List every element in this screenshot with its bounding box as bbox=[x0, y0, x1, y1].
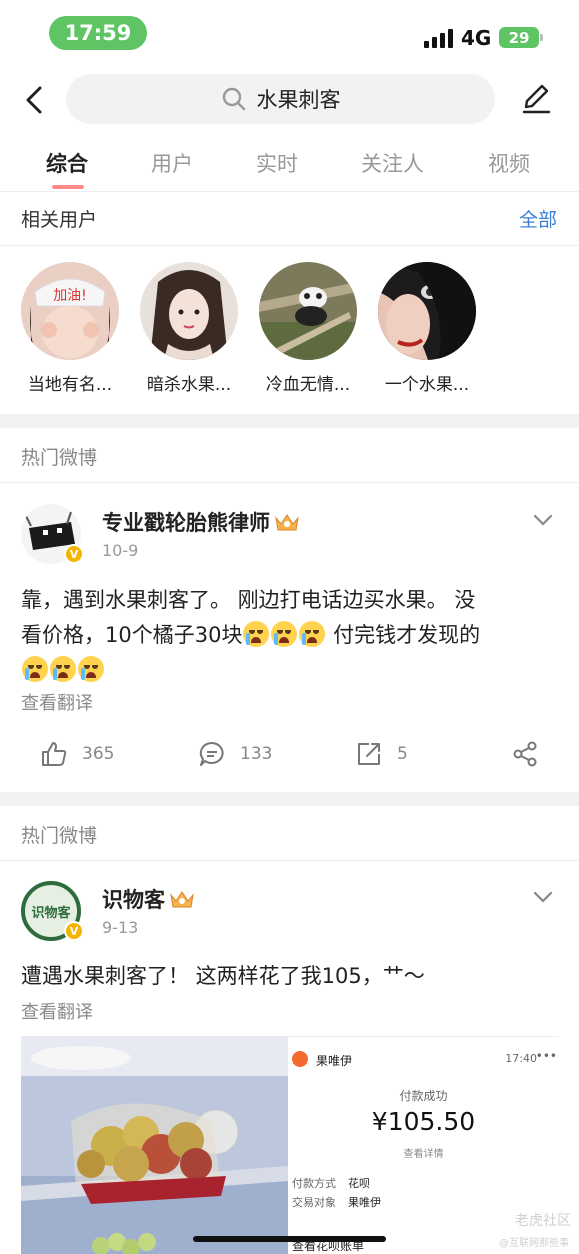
tab-users[interactable]: 用户 bbox=[151, 148, 193, 178]
receipt-time: 17:40 bbox=[505, 1052, 537, 1065]
receipt-status: 付款成功 bbox=[399, 1089, 448, 1103]
receipt-merchant: 果唯伊 bbox=[316, 1054, 353, 1068]
like-count: 365 bbox=[82, 744, 115, 764]
avatar bbox=[259, 262, 357, 360]
receipt-pay-method-label: 付款方式 bbox=[292, 1177, 336, 1190]
avatar bbox=[378, 262, 476, 360]
tab-following[interactable]: 关注人 bbox=[361, 148, 424, 178]
search-input[interactable]: 水果刺客 bbox=[66, 74, 495, 124]
chevron-down-icon[interactable] bbox=[532, 890, 554, 904]
crying-emoji-icon bbox=[243, 621, 270, 647]
related-user-card[interactable]: 暗杀水果... bbox=[134, 262, 244, 395]
crying-emoji-icon bbox=[299, 621, 326, 647]
post-text-segment: 看价格，10个橘子30块 bbox=[21, 623, 243, 647]
receipt-target: 果唯伊 bbox=[348, 1196, 381, 1209]
repost-button[interactable]: 5 bbox=[355, 738, 408, 770]
post-author-name[interactable]: 专业戳轮胎熊律师 bbox=[102, 507, 300, 537]
thumbs-up-icon bbox=[42, 742, 67, 766]
share-icon bbox=[513, 741, 537, 767]
related-user-name: 当地有名... bbox=[27, 375, 113, 395]
post-text-line: 看价格，10个橘子30块 付完钱才发现的 bbox=[21, 618, 561, 653]
related-users-all-link[interactable]: 全部 bbox=[519, 205, 557, 232]
network-type: 4G bbox=[461, 26, 492, 50]
cellular-signal-icon bbox=[424, 28, 454, 48]
edit-icon[interactable] bbox=[518, 81, 554, 117]
hot-weibo-label: 热门微博 bbox=[21, 825, 98, 847]
post-text: 遭遇水果刺客了！ 这两样花了我105，艹～ bbox=[21, 964, 425, 988]
crying-emoji-icon bbox=[50, 656, 76, 682]
post-text-line: 靠，遇到水果刺客了。 刚边打电话边买水果。 没 bbox=[21, 588, 476, 612]
battery-icon: 29 bbox=[499, 27, 543, 48]
post-author-name-text: 专业戳轮胎熊律师 bbox=[102, 511, 270, 535]
share-button[interactable] bbox=[511, 738, 539, 770]
related-user-card[interactable]: 加油! 当地有名... bbox=[15, 262, 125, 395]
crying-emoji-icon bbox=[271, 621, 298, 647]
comment-button[interactable]: 133 bbox=[198, 738, 272, 770]
more-dots-icon: ••• bbox=[535, 1049, 557, 1063]
back-arrow-icon[interactable] bbox=[18, 82, 54, 118]
search-query: 水果刺客 bbox=[256, 88, 341, 112]
post-author-name-text: 识物客 bbox=[102, 888, 165, 912]
tab-realtime[interactable]: 实时 bbox=[256, 148, 298, 178]
crying-emoji-icon bbox=[22, 656, 48, 682]
repost-count: 5 bbox=[397, 744, 408, 764]
repost-icon bbox=[358, 743, 380, 765]
chevron-down-icon[interactable] bbox=[532, 513, 554, 527]
post-text-segment: 付完钱才发现的 bbox=[326, 623, 481, 647]
section-gap bbox=[0, 414, 579, 428]
related-user-card[interactable]: 冷血无情... bbox=[253, 262, 363, 395]
like-button[interactable]: 365 bbox=[40, 738, 114, 770]
verified-badge-icon: V bbox=[64, 921, 84, 941]
hot-weibo-label: 热门微博 bbox=[21, 447, 98, 469]
tab-video[interactable]: 视频 bbox=[488, 148, 530, 178]
svg-text:加油!: 加油! bbox=[53, 288, 87, 304]
watermark-logo: 老虎社区 bbox=[515, 1213, 571, 1229]
post-author-name[interactable]: 识物客 bbox=[102, 884, 195, 914]
comment-icon bbox=[199, 741, 224, 766]
related-users-header: 相关用户 全部 bbox=[0, 192, 579, 246]
vip-crown-icon bbox=[275, 514, 299, 531]
search-icon bbox=[222, 87, 245, 111]
status-bar: 17:59 4G 29 bbox=[0, 0, 579, 66]
search-header: 水果刺客 bbox=[0, 72, 579, 128]
related-user-card[interactable]: 一个水果... bbox=[372, 262, 482, 395]
verified-badge-icon: V bbox=[64, 544, 84, 564]
related-users-title: 相关用户 bbox=[21, 209, 98, 231]
watermark-handle: @互联网那些事 bbox=[499, 1238, 569, 1249]
status-time: 17:59 bbox=[49, 16, 147, 50]
divider bbox=[0, 245, 579, 246]
receipt-pay-method: 花呗 bbox=[348, 1177, 370, 1190]
divider bbox=[0, 482, 579, 483]
post-date: 10-9 bbox=[102, 541, 139, 560]
post-text-line bbox=[21, 653, 561, 688]
receipt-target-label: 交易对象 bbox=[292, 1196, 336, 1209]
post-image-fruit[interactable] bbox=[21, 1036, 288, 1254]
related-user-name: 暗杀水果... bbox=[146, 375, 232, 395]
view-translation-link[interactable]: 查看翻译 bbox=[21, 998, 93, 1024]
section-gap bbox=[0, 792, 579, 806]
post-date: 9-13 bbox=[102, 918, 139, 937]
related-user-name: 一个水果... bbox=[384, 375, 470, 395]
post-text: 靠，遇到水果刺客了。 刚边打电话边买水果。 没 看价格，10个橘子30块 付完钱… bbox=[21, 583, 561, 688]
view-translation-link[interactable]: 查看翻译 bbox=[21, 689, 93, 715]
search-tabs: 综合 用户 实时 关注人 视频 bbox=[0, 140, 579, 192]
vip-crown-icon bbox=[170, 891, 194, 908]
avatar: 加油! bbox=[21, 262, 119, 360]
merchant-logo-icon bbox=[292, 1051, 308, 1067]
home-indicator[interactable] bbox=[193, 1236, 386, 1242]
receipt-amount: ¥105.50 bbox=[371, 1107, 476, 1136]
divider bbox=[0, 860, 579, 861]
active-tab-indicator bbox=[52, 185, 84, 189]
related-user-name: 冷血无情... bbox=[265, 375, 351, 395]
tab-comprehensive[interactable]: 综合 bbox=[46, 148, 88, 178]
comment-count: 133 bbox=[240, 744, 273, 764]
crying-emoji-icon bbox=[78, 656, 104, 682]
avatar bbox=[140, 262, 238, 360]
receipt-detail-link: 查看详情 bbox=[403, 1149, 444, 1160]
